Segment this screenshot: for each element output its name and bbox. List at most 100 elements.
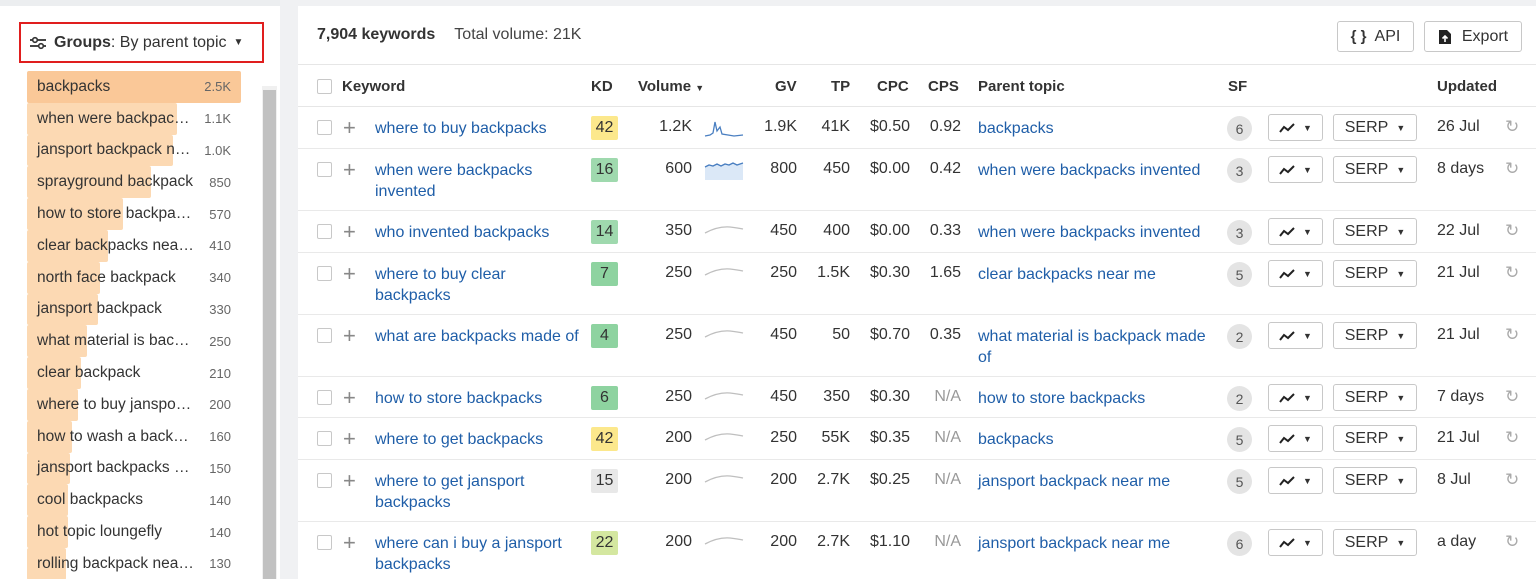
refresh-icon[interactable]: ↻ <box>1505 325 1519 345</box>
row-checkbox[interactable] <box>317 473 332 488</box>
col-volume[interactable]: Volume ▼ <box>638 78 704 95</box>
keyword-link[interactable]: where can i buy a jansport backpacks <box>375 533 580 575</box>
trend-dropdown[interactable]: ▼ <box>1268 260 1323 287</box>
row-checkbox[interactable] <box>317 535 332 550</box>
serp-dropdown[interactable]: SERP ▼ <box>1333 260 1417 287</box>
group-item[interactable]: when were backpacks invented 1.1K <box>27 102 241 135</box>
row-checkbox[interactable] <box>317 390 332 405</box>
group-item[interactable]: hot topic loungefly 140 <box>27 516 241 548</box>
col-cpc[interactable]: CPC <box>877 78 909 95</box>
group-item[interactable]: jansport backpack 330 <box>27 293 241 326</box>
select-all-checkbox[interactable] <box>317 79 332 94</box>
group-item[interactable]: backpacks 2.5K <box>27 71 241 103</box>
group-item[interactable]: jansport backpack near me 1.0K <box>27 134 241 167</box>
serp-features-count[interactable]: 2 <box>1227 324 1252 349</box>
keyword-link[interactable]: who invented backpacks <box>375 222 580 243</box>
col-sf[interactable]: SF <box>1228 78 1247 95</box>
trend-dropdown[interactable]: ▼ <box>1268 467 1323 494</box>
parent-topic-link[interactable]: backpacks <box>978 429 1218 450</box>
serp-features-count[interactable]: 5 <box>1227 427 1252 452</box>
group-item[interactable]: cool backpacks 140 <box>27 484 241 517</box>
refresh-icon[interactable]: ↻ <box>1505 428 1519 448</box>
parent-topic-link[interactable]: how to store backpacks <box>978 388 1218 409</box>
serp-features-count[interactable]: 5 <box>1227 262 1252 287</box>
plus-icon[interactable]: + <box>343 532 356 554</box>
col-cps[interactable]: CPS <box>928 78 959 95</box>
parent-topic-link[interactable]: jansport backpack near me <box>978 533 1218 554</box>
col-updated[interactable]: Updated <box>1437 78 1497 95</box>
serp-dropdown[interactable]: SERP ▼ <box>1333 467 1417 494</box>
refresh-icon[interactable]: ↻ <box>1505 387 1519 407</box>
refresh-icon[interactable]: ↻ <box>1505 532 1519 552</box>
api-button[interactable]: { } API <box>1337 21 1414 52</box>
serp-features-count[interactable]: 5 <box>1227 469 1252 494</box>
serp-dropdown[interactable]: SERP ▼ <box>1333 322 1417 349</box>
parent-topic-link[interactable]: backpacks <box>978 118 1218 139</box>
row-checkbox[interactable] <box>317 120 332 135</box>
serp-dropdown[interactable]: SERP ▼ <box>1333 156 1417 183</box>
serp-features-count[interactable]: 6 <box>1227 116 1252 141</box>
serp-features-count[interactable]: 3 <box>1227 220 1252 245</box>
trend-dropdown[interactable]: ▼ <box>1268 322 1323 349</box>
row-checkbox[interactable] <box>317 162 332 177</box>
serp-features-count[interactable]: 3 <box>1227 158 1252 183</box>
group-item[interactable]: north face backpack 340 <box>27 261 241 294</box>
parent-topic-link[interactable]: what material is backpack made of <box>978 326 1218 368</box>
group-list-scrollbar[interactable] <box>262 86 277 579</box>
plus-icon[interactable]: + <box>343 387 356 409</box>
plus-icon[interactable]: + <box>343 470 356 492</box>
group-item[interactable]: clear backpacks near me 410 <box>27 229 241 262</box>
keyword-link[interactable]: where to get backpacks <box>375 429 580 450</box>
refresh-icon[interactable]: ↻ <box>1505 117 1519 137</box>
group-item[interactable]: clear backpack 210 <box>27 357 241 389</box>
plus-icon[interactable]: + <box>343 117 356 139</box>
plus-icon[interactable]: + <box>343 221 356 243</box>
serp-dropdown[interactable]: SERP ▼ <box>1333 425 1417 452</box>
col-kd[interactable]: KD <box>591 78 613 95</box>
serp-features-count[interactable]: 2 <box>1227 386 1252 411</box>
serp-dropdown[interactable]: SERP ▼ <box>1333 218 1417 245</box>
trend-dropdown[interactable]: ▼ <box>1268 529 1323 556</box>
trend-dropdown[interactable]: ▼ <box>1268 114 1323 141</box>
refresh-icon[interactable]: ↻ <box>1505 470 1519 490</box>
col-parent-topic[interactable]: Parent topic <box>978 78 1065 95</box>
group-item[interactable]: rolling backpack near me 130 <box>27 547 241 579</box>
row-checkbox[interactable] <box>317 224 332 239</box>
parent-topic-link[interactable]: jansport backpack near me <box>978 471 1218 492</box>
groups-dropdown[interactable]: Groups : By parent topic ▼ <box>19 22 264 63</box>
group-item[interactable]: sprayground backpack 850 <box>27 166 241 199</box>
keyword-link[interactable]: where to get jansport backpacks <box>375 471 580 513</box>
trend-dropdown[interactable]: ▼ <box>1268 218 1323 245</box>
serp-features-count[interactable]: 6 <box>1227 531 1252 556</box>
refresh-icon[interactable]: ↻ <box>1505 263 1519 283</box>
plus-icon[interactable]: + <box>343 159 356 181</box>
row-checkbox[interactable] <box>317 328 332 343</box>
keyword-link[interactable]: how to store backpacks <box>375 388 580 409</box>
serp-dropdown[interactable]: SERP ▼ <box>1333 114 1417 141</box>
scrollbar-thumb[interactable] <box>263 90 276 579</box>
col-keyword[interactable]: Keyword <box>342 78 405 95</box>
keyword-link[interactable]: where to buy backpacks <box>375 118 580 139</box>
group-item[interactable]: how to wash a backpack 160 <box>27 420 241 453</box>
col-tp[interactable]: TP <box>831 78 850 95</box>
keyword-link[interactable]: when were backpacks invented <box>375 160 580 202</box>
serp-dropdown[interactable]: SERP ▼ <box>1333 529 1417 556</box>
group-item[interactable]: what material is backpack made of 250 <box>27 325 241 358</box>
plus-icon[interactable]: + <box>343 325 356 347</box>
plus-icon[interactable]: + <box>343 428 356 450</box>
keyword-link[interactable]: what are backpacks made of <box>375 326 580 347</box>
parent-topic-link[interactable]: clear backpacks near me <box>978 264 1218 285</box>
keyword-link[interactable]: where to buy clear backpacks <box>375 264 580 306</box>
row-checkbox[interactable] <box>317 431 332 446</box>
group-item[interactable]: how to store backpacks 570 <box>27 198 241 230</box>
parent-topic-link[interactable]: when were backpacks invented <box>978 160 1218 181</box>
group-item[interactable]: where to buy jansport backpacks 200 <box>27 388 241 421</box>
refresh-icon[interactable]: ↻ <box>1505 221 1519 241</box>
refresh-icon[interactable]: ↻ <box>1505 159 1519 179</box>
trend-dropdown[interactable]: ▼ <box>1268 425 1323 452</box>
parent-topic-link[interactable]: when were backpacks invented <box>978 222 1218 243</box>
trend-dropdown[interactable]: ▼ <box>1268 156 1323 183</box>
plus-icon[interactable]: + <box>343 263 356 285</box>
export-button[interactable]: Export <box>1424 21 1522 52</box>
serp-dropdown[interactable]: SERP ▼ <box>1333 384 1417 411</box>
